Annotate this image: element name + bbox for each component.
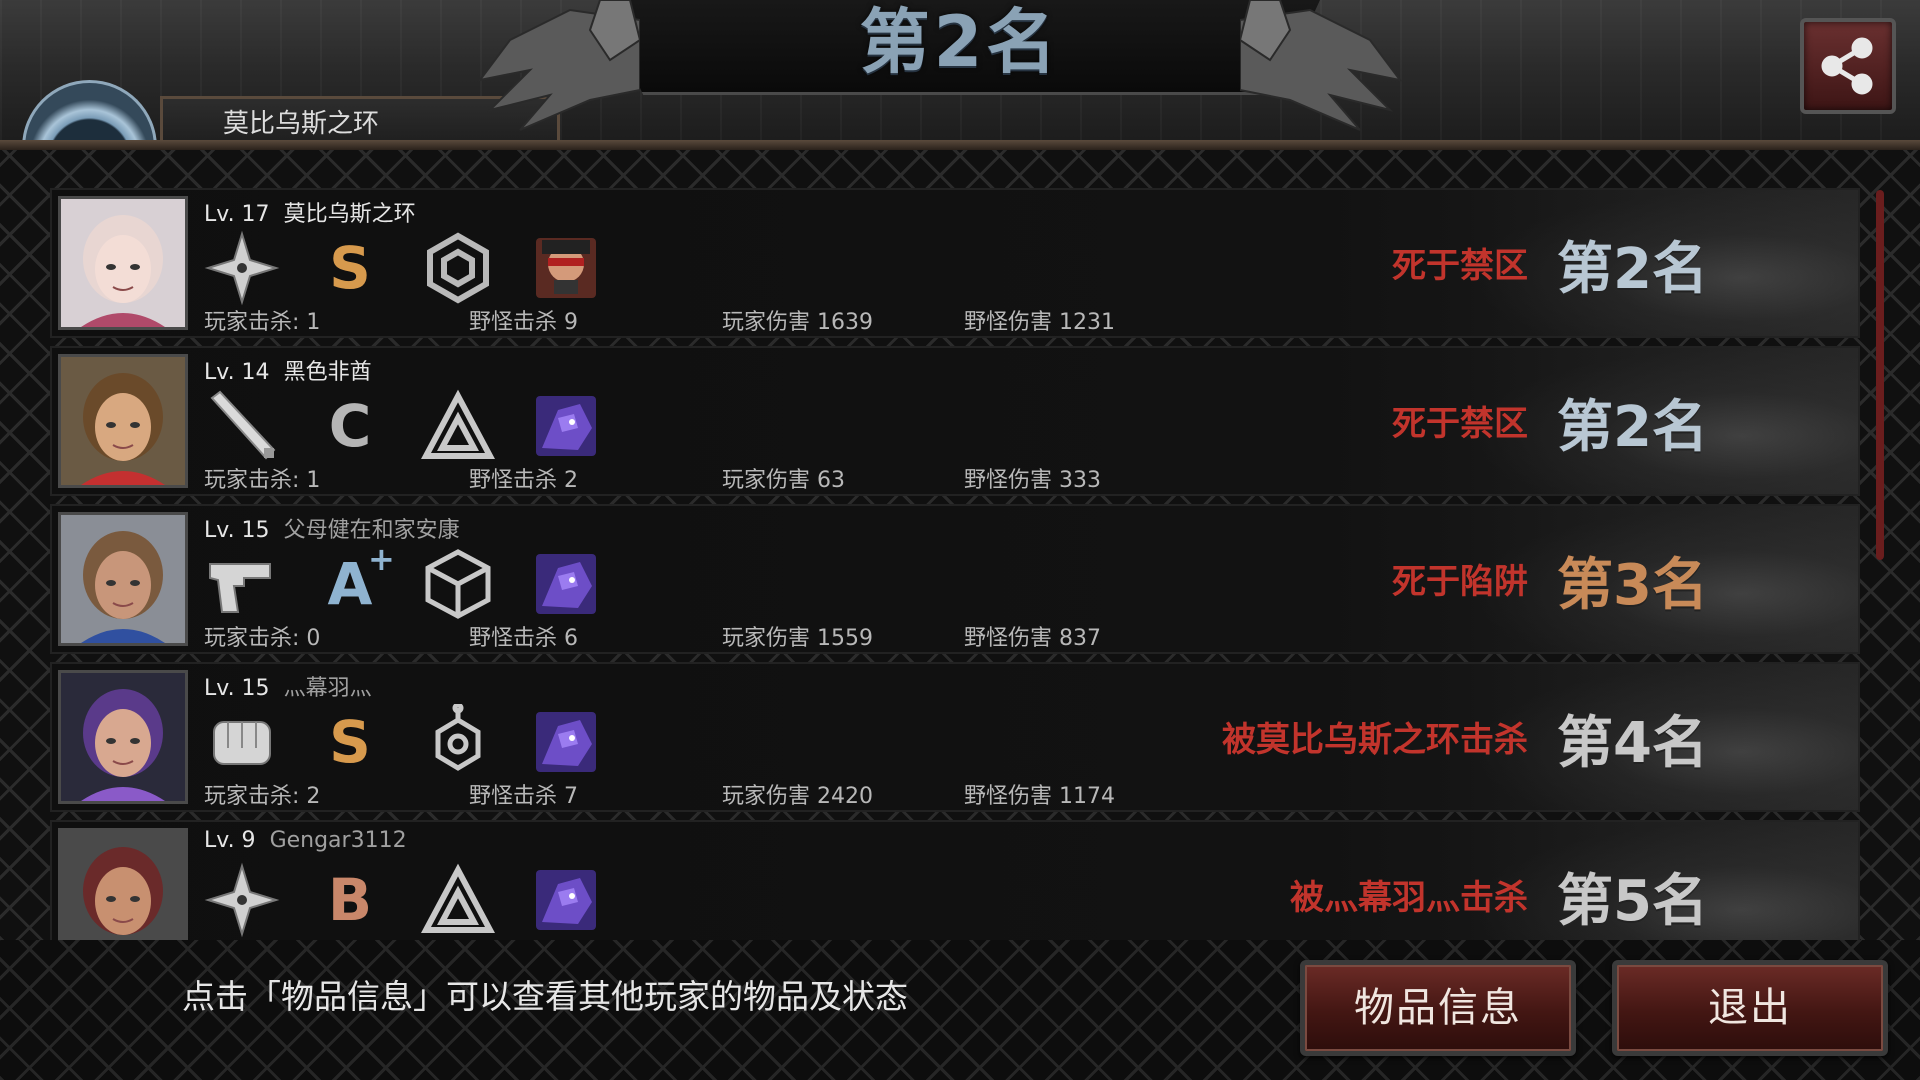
results-list-area: Lv. 17 莫比乌斯之环 S 玩家击杀: 1 野怪击杀 9 玩家伤害 1639 野怪伤害 … bbox=[0, 150, 1920, 940]
stat-player-kills: 玩家击杀: 1 bbox=[204, 468, 321, 493]
triangle-icon[interactable] bbox=[420, 862, 496, 938]
share-icon bbox=[1821, 37, 1873, 95]
page-title: 第2名 bbox=[859, 1, 1061, 83]
portrait-cap-boy[interactable] bbox=[58, 828, 188, 940]
player-name: Gengar3112 bbox=[269, 828, 407, 853]
red-masked-creature-icon[interactable] bbox=[528, 230, 604, 306]
player-level-line: Lv. 17 莫比乌斯之环 bbox=[204, 196, 416, 228]
player-row[interactable]: Lv. 15 父母健在和家安康 A + 玩家击杀: 0 野怪击杀 6 玩家伤害 1559 野怪… bbox=[50, 504, 1860, 654]
stat-monster-damage: 野怪伤害 1231 bbox=[964, 310, 1115, 335]
stat-monster-kills: 野怪击杀 6 bbox=[469, 626, 578, 651]
item-info-button[interactable]: 物品信息 bbox=[1300, 960, 1576, 1056]
player-level: Lv. 15 bbox=[204, 518, 270, 543]
grade-badge[interactable]: B bbox=[312, 862, 388, 938]
grade-badge[interactable]: C bbox=[312, 388, 388, 464]
stat-monster-damage: 野怪伤害 837 bbox=[964, 626, 1101, 651]
stat-monster-kills: 野怪击杀 2 bbox=[469, 468, 578, 493]
grade-badge[interactable]: A + bbox=[312, 540, 395, 622]
hexagon-link-icon[interactable] bbox=[420, 230, 496, 306]
pistol-icon[interactable] bbox=[204, 546, 280, 622]
stat-player-kills: 玩家击杀: 0 bbox=[204, 626, 321, 651]
stat-player-kills: 玩家击杀: 1 bbox=[204, 310, 321, 335]
grade-badge[interactable]: S bbox=[312, 704, 388, 780]
player-level-line: Lv. 9 Gengar3112 bbox=[204, 828, 407, 853]
player-row[interactable]: Lv. 17 莫比乌斯之环 S 玩家击杀: 1 野怪击杀 9 玩家伤害 1639 野怪伤害 … bbox=[50, 188, 1860, 338]
player-level-line: Lv. 15 父母健在和家安康 bbox=[204, 512, 460, 544]
top-banner: 莫比乌斯之环 第2名 bbox=[0, 0, 1920, 150]
baseball-bat-icon[interactable] bbox=[204, 388, 280, 464]
player-rank-badge bbox=[22, 80, 157, 150]
winged-guns-emblem-right bbox=[1240, 0, 1403, 131]
player-rank: 第3名 bbox=[1557, 553, 1708, 618]
bottom-bar: 点击「物品信息」可以查看其他玩家的物品及状态 物品信息 退出 bbox=[0, 940, 1920, 1080]
player-level: Lv. 17 bbox=[204, 202, 270, 227]
stat-player-kills: 玩家击杀: 2 bbox=[204, 784, 321, 809]
player-level: Lv. 9 bbox=[204, 828, 256, 853]
shuriken-icon[interactable] bbox=[204, 862, 280, 938]
grade-letter: C bbox=[328, 392, 372, 460]
grade-letter: B bbox=[327, 866, 373, 934]
portrait-pink-hair-girl[interactable] bbox=[58, 196, 188, 330]
player-level-line: Lv. 15 灬幕羽灬 bbox=[204, 670, 372, 702]
player-rank: 第4名 bbox=[1557, 711, 1708, 776]
purple-creature-icon[interactable] bbox=[528, 704, 604, 780]
stat-monster-damage: 野怪伤害 1174 bbox=[964, 784, 1115, 809]
portrait-headphone-girl[interactable] bbox=[58, 670, 188, 804]
purple-creature-icon[interactable] bbox=[528, 388, 604, 464]
portrait-brown-hair-boy[interactable] bbox=[58, 354, 188, 488]
grade-letter: S bbox=[329, 234, 371, 302]
player-rank: 第2名 bbox=[1557, 237, 1708, 302]
player-name-tab-label: 莫比乌斯之环 bbox=[223, 109, 380, 139]
player-level: Lv. 14 bbox=[204, 360, 270, 385]
stat-monster-damage: 野怪伤害 333 bbox=[964, 468, 1101, 493]
player-row[interactable]: Lv. 15 灬幕羽灬 S 玩家击杀: 2 野怪击杀 7 玩家伤害 2420 野怪伤害 11… bbox=[50, 662, 1860, 812]
list-scrollbar[interactable] bbox=[1876, 190, 1884, 560]
grade-letter: S bbox=[329, 708, 371, 776]
player-name: 莫比乌斯之环 bbox=[283, 202, 416, 227]
purple-creature-icon[interactable] bbox=[528, 862, 604, 938]
stat-player-damage: 玩家伤害 2420 bbox=[722, 784, 873, 809]
shuriken-icon[interactable] bbox=[204, 230, 280, 306]
player-rank: 第2名 bbox=[1557, 395, 1708, 460]
stat-monster-kills: 野怪击杀 7 bbox=[469, 784, 578, 809]
player-name: 灬幕羽灬 bbox=[283, 676, 372, 701]
grade-plus: + bbox=[368, 540, 395, 578]
purple-creature-icon[interactable] bbox=[528, 546, 604, 622]
death-reason: 被灬幕羽灬击杀 bbox=[1290, 878, 1528, 918]
exit-button[interactable]: 退出 bbox=[1612, 960, 1888, 1056]
fist-icon[interactable] bbox=[204, 704, 280, 780]
player-level: Lv. 15 bbox=[204, 676, 270, 701]
cube-icon[interactable] bbox=[420, 546, 496, 622]
death-reason: 被莫比乌斯之环击杀 bbox=[1222, 720, 1528, 760]
death-reason: 死于禁区 bbox=[1392, 246, 1528, 286]
player-row[interactable]: Lv. 14 黑色非酋 C 玩家击杀: 1 野怪击杀 2 玩家伤害 63 野怪伤害 333 死… bbox=[50, 346, 1860, 496]
death-reason: 死于禁区 bbox=[1392, 404, 1528, 444]
grade-badge[interactable]: S bbox=[312, 230, 388, 306]
stat-player-damage: 玩家伤害 1639 bbox=[722, 310, 873, 335]
hexagon-node-icon[interactable] bbox=[420, 704, 496, 780]
player-level-line: Lv. 14 黑色非酋 bbox=[204, 354, 372, 386]
winged-guns-emblem-left bbox=[477, 0, 640, 131]
stat-player-damage: 玩家伤害 1559 bbox=[722, 626, 873, 651]
player-row[interactable]: Lv. 9 Gengar3112 B 被灬幕羽灬击杀 第5名 bbox=[50, 820, 1860, 940]
portrait-injured-woman[interactable] bbox=[58, 512, 188, 646]
results-list[interactable]: Lv. 17 莫比乌斯之环 S 玩家击杀: 1 野怪击杀 9 玩家伤害 1639 野怪伤害 … bbox=[50, 188, 1866, 940]
player-name: 黑色非酋 bbox=[283, 360, 372, 385]
hint-text: 点击「物品信息」可以查看其他玩家的物品及状态 bbox=[182, 977, 908, 1016]
share-button[interactable] bbox=[1800, 18, 1896, 114]
triangle-icon[interactable] bbox=[420, 388, 496, 464]
death-reason: 死于陷阱 bbox=[1392, 562, 1528, 602]
stat-monster-kills: 野怪击杀 9 bbox=[469, 310, 578, 335]
player-rank: 第5名 bbox=[1557, 869, 1708, 934]
stat-player-damage: 玩家伤害 63 bbox=[722, 468, 845, 493]
